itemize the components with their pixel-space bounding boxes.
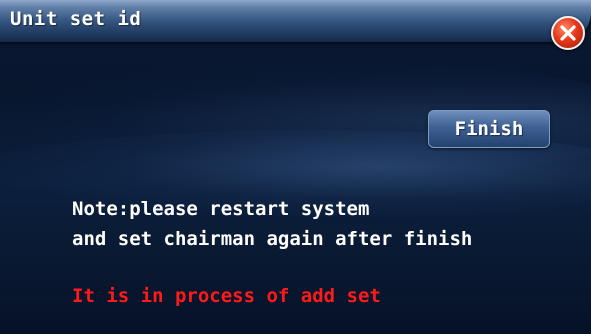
dialog-screen: Unit set id Finish Note:please restart s… (0, 0, 591, 334)
status-message: It is in process of add set (72, 285, 381, 307)
note-line-2: and set chairman again after finish (72, 228, 473, 250)
window-title: Unit set id (10, 8, 142, 30)
title-bar: Unit set id (0, 0, 591, 42)
close-icon (560, 25, 576, 41)
finish-button[interactable]: Finish (428, 110, 550, 148)
note-line-1: Note:please restart system (72, 198, 370, 220)
close-button[interactable] (551, 16, 585, 50)
